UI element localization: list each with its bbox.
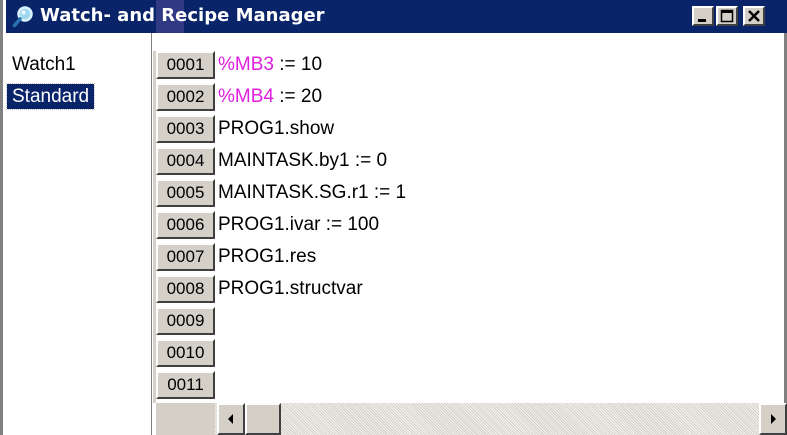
line-number[interactable]: 0006 bbox=[156, 211, 215, 239]
line-number[interactable]: 0003 bbox=[156, 115, 215, 143]
watch-expression: PROG1.ivar := 100 bbox=[218, 214, 380, 235]
magnifier-icon bbox=[12, 6, 33, 28]
scroll-left-button[interactable] bbox=[217, 403, 245, 435]
arrow-left-icon bbox=[228, 414, 233, 424]
scroll-right-button[interactable] bbox=[759, 403, 787, 435]
line-number[interactable]: 0005 bbox=[156, 179, 215, 207]
watch-expression: MAINTASK.SG.r1 := 1 bbox=[218, 182, 407, 203]
watch-address: %MB4 bbox=[218, 86, 274, 107]
line-number[interactable]: 0010 bbox=[156, 339, 215, 367]
watch-line[interactable]: PROG1.structvar bbox=[218, 275, 363, 303]
minimize-button[interactable] bbox=[692, 6, 714, 26]
watch-line[interactable]: PROG1.ivar := 100 bbox=[218, 211, 379, 239]
horizontal-scrollbar[interactable] bbox=[156, 403, 787, 435]
watch-expression: PROG1.show bbox=[218, 118, 335, 139]
watch-line[interactable]: %MB4 := 20 bbox=[218, 83, 322, 111]
line-number[interactable]: 0009 bbox=[156, 307, 215, 335]
scrollbar-corner bbox=[156, 403, 215, 435]
line-number[interactable]: 0011 bbox=[156, 371, 215, 399]
scroll-thumb[interactable] bbox=[245, 403, 281, 435]
watch-expression: PROG1.res bbox=[218, 246, 317, 267]
watch-line[interactable]: MAINTASK.SG.r1 := 1 bbox=[218, 179, 406, 207]
maximize-button[interactable] bbox=[716, 6, 738, 26]
watch-expression: := 10 bbox=[273, 54, 323, 75]
window-title: Watch- and Recipe Manager bbox=[40, 5, 325, 26]
watch-line[interactable]: MAINTASK.by1 := 0 bbox=[218, 147, 387, 175]
line-number[interactable]: 0002 bbox=[156, 83, 215, 111]
watch-line[interactable]: PROG1.res bbox=[218, 243, 316, 271]
watch-expression: PROG1.structvar bbox=[218, 278, 363, 299]
watch-expression: := 20 bbox=[273, 86, 323, 107]
minimize-icon bbox=[698, 19, 706, 22]
watch-line[interactable]: PROG1.show bbox=[218, 115, 334, 143]
line-number[interactable]: 0007 bbox=[156, 243, 215, 271]
line-number[interactable]: 0004 bbox=[156, 147, 215, 175]
watch-list-item-watch1[interactable]: Watch1 bbox=[7, 52, 81, 77]
watch-list-item-standard[interactable]: Standard bbox=[5, 83, 96, 110]
watch-address: %MB3 bbox=[218, 54, 274, 75]
line-number[interactable]: 0001 bbox=[156, 51, 215, 79]
watch-expression: MAINTASK.by1 := 0 bbox=[218, 150, 388, 171]
watch-recipe-manager-window: Watch- and Recipe Manager Watch1 Standar… bbox=[0, 0, 787, 435]
title-bar[interactable]: Watch- and Recipe Manager bbox=[6, 0, 787, 33]
close-button[interactable] bbox=[743, 6, 765, 26]
close-icon bbox=[748, 10, 760, 22]
watch-list-panel: Watch1 Standard bbox=[5, 33, 152, 435]
watch-line[interactable]: %MB3 := 10 bbox=[218, 51, 322, 79]
arrow-right-icon bbox=[771, 414, 776, 424]
maximize-icon bbox=[720, 9, 734, 23]
line-number[interactable]: 0008 bbox=[156, 275, 215, 303]
